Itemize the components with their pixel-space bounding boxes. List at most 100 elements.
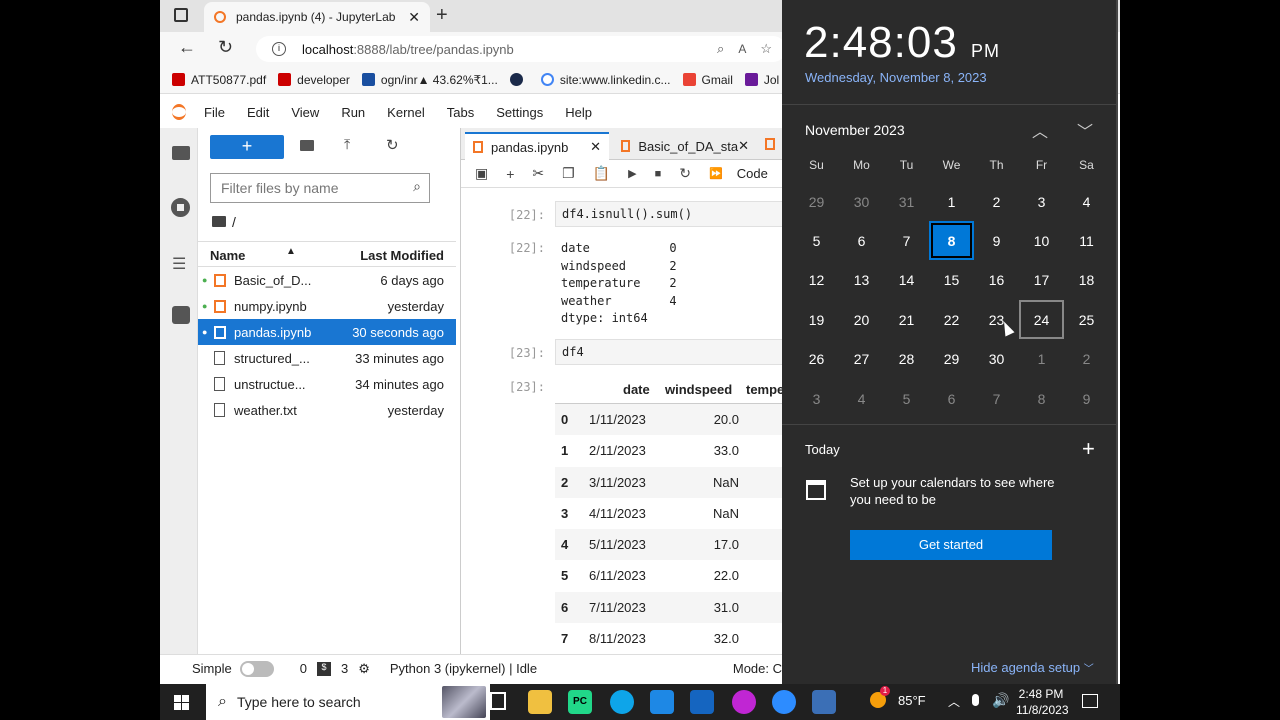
menu-settings[interactable]: Settings — [496, 105, 543, 120]
back-icon[interactable]: ← — [178, 37, 196, 58]
calendar-day[interactable]: 22 — [929, 300, 974, 339]
cell-type-select[interactable]: Code — [737, 166, 768, 181]
kernel-status[interactable]: Python 3 (ipykernel) | Idle — [390, 661, 537, 676]
notifications-icon[interactable] — [1082, 694, 1098, 708]
refresh-icon[interactable]: ↻ — [218, 37, 233, 58]
weather-widget[interactable]: 1 85°F — [870, 686, 926, 708]
calendar-day[interactable]: 15 — [929, 261, 974, 300]
calendar-day[interactable]: 6 — [929, 379, 974, 418]
calendar-day[interactable]: 30 — [974, 340, 1019, 379]
column-name-header[interactable]: Name — [210, 248, 245, 263]
kernel-count[interactable]: 3 — [341, 661, 348, 676]
save-icon[interactable]: ▣ — [475, 165, 488, 182]
menu-file[interactable]: File — [204, 105, 225, 120]
menu-tabs[interactable]: Tabs — [447, 105, 474, 120]
upload-icon[interactable]: ⤒ — [344, 136, 350, 153]
menu-view[interactable]: View — [291, 105, 319, 120]
site-info-icon[interactable]: i — [272, 42, 286, 56]
add-cell-icon[interactable]: + — [506, 166, 514, 182]
store-icon[interactable] — [650, 690, 674, 714]
menu-run[interactable]: Run — [341, 105, 365, 120]
file-row[interactable]: weather.txt yesterday — [198, 397, 456, 423]
file-row[interactable]: ● Basic_of_D... 6 days ago — [198, 267, 456, 293]
calendar-day-hovered[interactable]: 24 — [1019, 300, 1064, 340]
calendar-day[interactable]: 23 — [974, 300, 1019, 339]
calendar-day[interactable]: 4 — [839, 379, 884, 418]
calendar-day[interactable]: 6 — [839, 221, 884, 260]
calendar-day[interactable]: 2 — [974, 182, 1019, 221]
run-all-icon[interactable]: ⏩ — [709, 167, 723, 180]
folder-root-icon[interactable] — [212, 216, 226, 227]
browser-tab[interactable]: pandas.ipynb (4) - JupyterLab ✕ — [204, 2, 430, 32]
chevron-down-icon[interactable]: ﹀ — [1077, 118, 1093, 142]
bookmark-item[interactable] — [509, 73, 529, 86]
taskbar-clock[interactable]: 2:48 PM 11/8/2023 — [1016, 686, 1069, 718]
url-bar[interactable]: i localhost:8888/lab/tree/pandas.ipynb ⌕… — [256, 36, 786, 62]
terminal-count[interactable]: 0 — [300, 661, 307, 676]
copy-icon[interactable]: ❐ — [562, 165, 575, 182]
wondershare-icon[interactable] — [732, 690, 756, 714]
bookmark-item[interactable]: ogn/inr▲ 43.62%₹1... — [361, 73, 498, 87]
python-app-icon[interactable] — [812, 690, 836, 714]
calendar-day[interactable]: 17 — [1019, 261, 1064, 300]
calendar-day[interactable]: 16 — [974, 261, 1019, 300]
calendar-month-label[interactable]: November 2023 — [805, 122, 905, 138]
calendar-day[interactable]: 26 — [794, 340, 839, 379]
simple-mode-toggle[interactable] — [239, 660, 274, 677]
refresh-files-icon[interactable]: ↻ — [386, 136, 399, 154]
zoom-icon[interactable]: ⌕ — [717, 41, 724, 57]
sort-ascending-icon[interactable]: ▲ — [286, 246, 296, 257]
taskbar-search-box[interactable]: ⌕ Type here to search — [206, 684, 490, 720]
file-row[interactable]: ● numpy.ipynb yesterday — [198, 293, 456, 319]
calendar-day[interactable]: 21 — [884, 300, 929, 339]
chevron-up-icon[interactable]: ︿ — [1032, 118, 1048, 142]
notebook-tab[interactable] — [765, 138, 775, 150]
read-aloud-icon[interactable]: A — [738, 42, 746, 56]
calendar-day[interactable]: 29 — [794, 182, 839, 221]
zoom-app-icon[interactable] — [772, 690, 796, 714]
menu-kernel[interactable]: Kernel — [387, 105, 425, 120]
table-of-contents-icon[interactable]: ☰ — [172, 254, 186, 274]
code-cell[interactable]: df4 — [555, 339, 782, 365]
calendar-day[interactable]: 14 — [884, 261, 929, 300]
calendar-day[interactable]: 7 — [884, 221, 929, 260]
close-tab-icon[interactable]: ✕ — [408, 9, 420, 26]
file-row-selected[interactable]: ● pandas.ipynb 30 seconds ago — [198, 319, 456, 345]
calendar-day[interactable]: 1 — [1019, 340, 1064, 379]
close-tab-icon[interactable]: ✕ — [738, 138, 749, 154]
breadcrumb-path[interactable]: / — [232, 214, 236, 230]
calendar-day[interactable]: 12 — [794, 261, 839, 300]
calendar-day[interactable]: 28 — [884, 340, 929, 379]
calendar-day[interactable]: 8 — [1019, 379, 1064, 418]
calendar-day[interactable]: 13 — [839, 261, 884, 300]
calendar-day[interactable]: 30 — [839, 182, 884, 221]
pycharm-icon[interactable]: PC — [568, 690, 592, 714]
calendar-day[interactable]: 18 — [1064, 261, 1109, 300]
calendar-day[interactable]: 5 — [794, 221, 839, 260]
bookmark-item[interactable]: developer — [278, 73, 350, 87]
clock-date-link[interactable]: Wednesday, November 8, 2023 — [805, 70, 987, 85]
file-row[interactable]: structured_... 33 minutes ago — [198, 345, 456, 371]
get-started-button[interactable]: Get started — [850, 530, 1052, 560]
calendar-day[interactable]: 4 — [1064, 182, 1109, 221]
add-event-icon[interactable]: + — [1082, 436, 1095, 462]
calendar-day[interactable]: 27 — [839, 340, 884, 379]
menu-edit[interactable]: Edit — [247, 105, 269, 120]
calendar-day[interactable]: 9 — [1064, 379, 1109, 418]
running-kernels-icon[interactable] — [171, 198, 190, 217]
folder-icon[interactable] — [172, 146, 190, 160]
bookmark-item[interactable]: site:www.linkedin.c... — [540, 73, 671, 87]
notebook-tab-active[interactable]: pandas.ipynb ✕ — [465, 132, 609, 160]
filter-files-input[interactable]: Filter files by name ⌕ — [210, 173, 430, 203]
menu-help[interactable]: Help — [565, 105, 592, 120]
run-icon[interactable]: ▶ — [628, 167, 636, 180]
calendar-day[interactable]: 3 — [794, 379, 839, 418]
calendar-day[interactable]: 7 — [974, 379, 1019, 418]
microphone-icon[interactable] — [972, 694, 979, 706]
stop-icon[interactable]: ■ — [655, 168, 662, 180]
file-explorer-icon[interactable] — [528, 690, 552, 714]
start-button-icon[interactable] — [174, 695, 189, 710]
calendar-day[interactable]: 9 — [974, 221, 1019, 260]
chevron-up-icon[interactable]: ︿ — [948, 693, 960, 710]
calendar-day-today[interactable]: 8 — [929, 221, 974, 261]
